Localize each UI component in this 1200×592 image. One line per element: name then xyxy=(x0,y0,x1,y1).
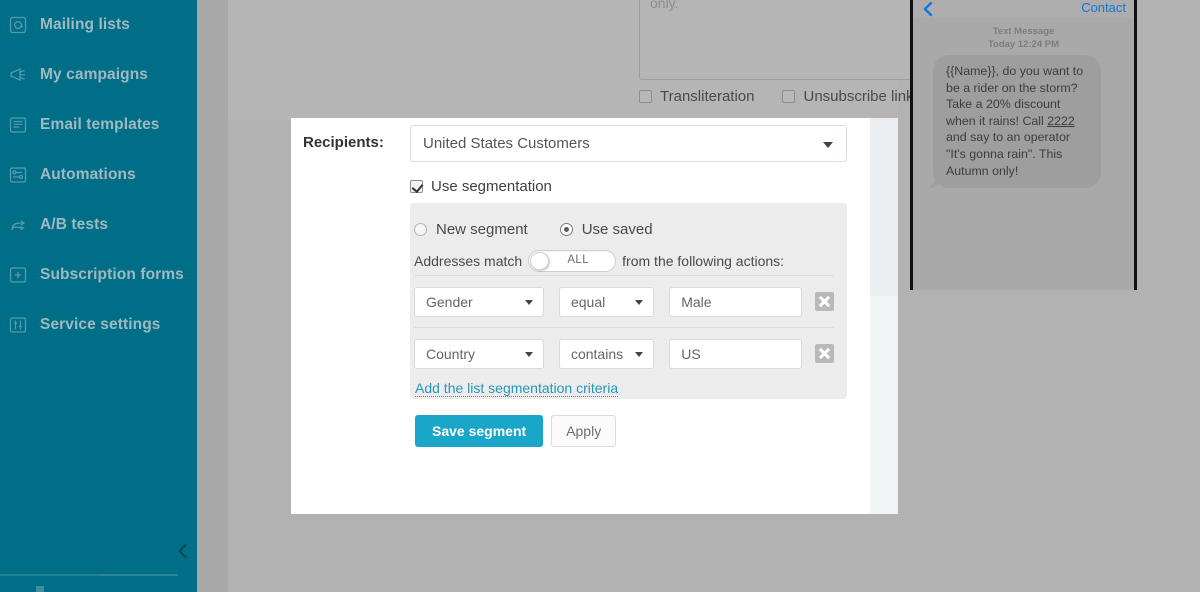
sidebar-item-ab-tests[interactable]: A/B tests xyxy=(0,200,197,250)
criteria-operator-value: contains xyxy=(570,345,624,362)
mailing-list-select-value: United States Customers xyxy=(423,135,590,152)
sidebar-item-subscription-forms[interactable]: Subscription forms xyxy=(0,250,197,300)
sidebar-nav: Mailing lists My campaigns Email templat… xyxy=(0,0,197,350)
automation-flow-icon xyxy=(8,165,28,185)
radio-new-segment-label: New segment xyxy=(436,221,528,238)
sidebar-item-label: A/B tests xyxy=(40,216,109,233)
transliteration-label: Transliteration xyxy=(660,88,755,105)
radio-new-segment[interactable] xyxy=(414,223,427,236)
transliteration-checkbox[interactable] xyxy=(639,90,652,103)
segmentation-panel: New segment Use saved Addresses match AL… xyxy=(410,203,847,447)
phone-preview: Contact Text Message Today 12:24 PM {{Na… xyxy=(910,0,1137,290)
message-body-phone-link[interactable]: 2222 xyxy=(1047,114,1075,128)
sidebar-divider xyxy=(0,574,178,576)
criteria-operator-select[interactable]: contains xyxy=(558,338,655,369)
radio-use-saved-label: Use saved xyxy=(581,221,653,238)
sliders-icon xyxy=(8,315,28,335)
at-list-icon xyxy=(8,15,28,35)
unsubscribe-link-checkbox[interactable] xyxy=(782,90,796,103)
phone-message-time: Today 12:24 PM xyxy=(987,39,1060,50)
criteria-field-value: Country xyxy=(426,345,476,362)
use-segmentation-checkbox[interactable] xyxy=(410,180,423,193)
criteria-value-input[interactable]: Male xyxy=(669,286,803,317)
match-toggle-value: ALL xyxy=(567,254,589,266)
criteria-field-value: Gender xyxy=(426,293,473,310)
recipients-panel: Recipients: United States Customers Use … xyxy=(291,118,898,514)
sidebar-item-label: Service settings xyxy=(40,316,161,333)
ab-split-icon xyxy=(8,215,28,235)
sidebar-collapse-chevron-left-icon[interactable] xyxy=(174,542,192,560)
chevron-down-icon xyxy=(823,141,833,148)
message-options-row: Transliteration Unsubscribe link ? xyxy=(639,88,957,105)
use-segmentation-label: Use segmentation xyxy=(431,178,552,195)
phone-contact-link[interactable]: Contact xyxy=(1081,0,1126,15)
recipients-label: Recipients: xyxy=(303,134,384,151)
screen: only. Transliteration Unsubscribe link ?… xyxy=(0,0,1200,592)
match-prefix-label: Addresses match xyxy=(414,253,523,269)
sidebar-item-label: Email templates xyxy=(40,116,160,133)
sidebar-item-email-templates[interactable]: Email templates xyxy=(0,100,197,150)
criteria-operator-value: equal xyxy=(570,293,606,310)
chevron-left-icon[interactable] xyxy=(921,0,935,18)
phone-message-bubble: {{Name}}, do you want to be a rider on t… xyxy=(933,55,1101,189)
sidebar-item-label: Subscription forms xyxy=(40,266,184,283)
megaphone-icon xyxy=(8,65,28,85)
template-icon xyxy=(8,115,28,135)
chevron-down-icon xyxy=(524,299,533,305)
radio-use-saved[interactable] xyxy=(559,223,573,236)
criteria-row: Gender equal Male xyxy=(414,275,834,327)
sidebar-item-label: Mailing lists xyxy=(40,16,131,33)
criteria-row: Country contains US xyxy=(414,327,834,379)
criteria-field-select[interactable]: Gender xyxy=(414,286,544,317)
add-criteria-link[interactable]: Add the list segmentation criteria xyxy=(415,380,619,397)
sidebar-item-mailing-lists[interactable]: Mailing lists xyxy=(0,0,197,50)
criteria-operator-select[interactable]: equal xyxy=(558,286,655,317)
message-body-post: and say to an operator "It's gonna rain"… xyxy=(946,130,1070,178)
criteria-field-select[interactable]: Country xyxy=(414,338,544,369)
form-plus-icon xyxy=(8,265,28,285)
sidebar: Mailing lists My campaigns Email templat… xyxy=(0,0,197,592)
sidebar-item-label: Automations xyxy=(40,166,136,183)
apply-button[interactable]: Apply xyxy=(551,415,617,447)
criteria-value-text: US xyxy=(681,345,701,362)
match-condition-row: Addresses match ALL from the following a… xyxy=(414,250,784,272)
panel-side-strip-lower xyxy=(870,296,898,514)
criteria-value-text: Male xyxy=(681,293,712,310)
close-x-icon[interactable] xyxy=(815,344,834,363)
mailing-list-select[interactable]: United States Customers xyxy=(410,125,847,162)
close-x-icon[interactable] xyxy=(815,292,834,311)
message-textarea-value: only. xyxy=(650,0,679,11)
match-all-any-toggle[interactable]: ALL xyxy=(528,250,617,272)
sidebar-item-label: My campaigns xyxy=(40,66,149,83)
phone-message-meta: Text Message Today 12:24 PM xyxy=(913,25,1134,51)
chevron-down-icon xyxy=(524,351,533,357)
criteria-value-input[interactable]: US xyxy=(669,338,803,369)
sidebar-item-service-settings[interactable]: Service settings xyxy=(0,300,197,350)
unsubscribe-link-label: Unsubscribe link xyxy=(803,88,914,105)
chevron-down-icon xyxy=(635,299,644,305)
match-suffix-label: from the following actions: xyxy=(622,253,785,269)
underlying-message-form: only. Transliteration Unsubscribe link ? xyxy=(228,0,1122,120)
phone-message-kind: Text Message xyxy=(992,26,1055,37)
segmentation-actions: Save segment Apply xyxy=(415,415,617,447)
criteria-list: Gender equal Male Country contains US xyxy=(414,275,834,379)
sidebar-item-my-campaigns[interactable]: My campaigns xyxy=(0,50,197,100)
save-segment-button[interactable]: Save segment xyxy=(415,415,544,447)
use-segmentation-row[interactable]: Use segmentation xyxy=(410,178,552,195)
content-gutter xyxy=(197,0,228,592)
sidebar-item-automations[interactable]: Automations xyxy=(0,150,197,200)
chevron-down-icon xyxy=(635,351,644,357)
sidebar-footer-icon xyxy=(36,586,44,592)
segmentation-mode-radios: New segment Use saved xyxy=(414,221,685,238)
